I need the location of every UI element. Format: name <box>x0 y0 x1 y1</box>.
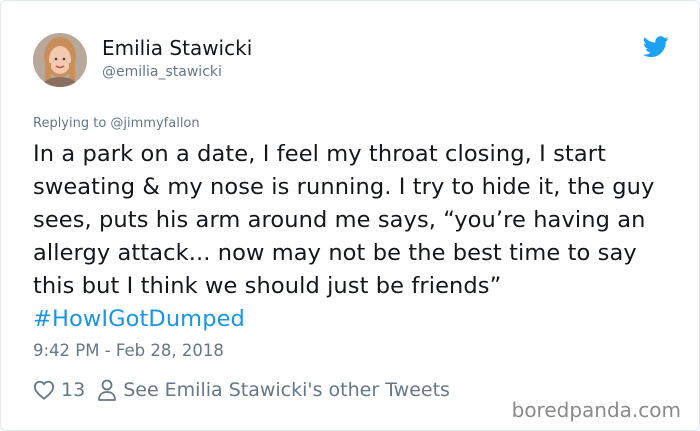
heart-icon[interactable] <box>33 379 55 401</box>
twitter-bird-icon[interactable] <box>643 36 669 58</box>
tweet-body: In a park on a date, I feel my throat cl… <box>33 141 655 299</box>
tweet-timestamp[interactable]: 9:42 PM - Feb 28, 2018 <box>33 341 224 360</box>
watermark: boredpanda.com <box>511 398 681 422</box>
tweet-text: In a park on a date, I feel my throat cl… <box>33 138 678 336</box>
hashtag-link[interactable]: #HowIGotDumped <box>33 306 245 332</box>
tweet-actions: 13 See Emilia Stawicki's other Tweets <box>33 376 450 404</box>
display-name[interactable]: Emilia Stawicki <box>102 36 252 60</box>
avatar[interactable] <box>33 33 87 87</box>
like-count[interactable]: 13 <box>61 379 85 401</box>
avatar-image <box>33 33 87 87</box>
other-tweets-link[interactable]: See Emilia Stawicki's other Tweets <box>123 379 450 401</box>
replying-to-label[interactable]: Replying to @jimmyfallon <box>33 116 200 131</box>
user-handle[interactable]: @emilia_stawicki <box>102 64 222 80</box>
tweet-card: Emilia Stawicki @emilia_stawicki Replyin… <box>0 0 700 431</box>
person-icon <box>98 379 117 401</box>
